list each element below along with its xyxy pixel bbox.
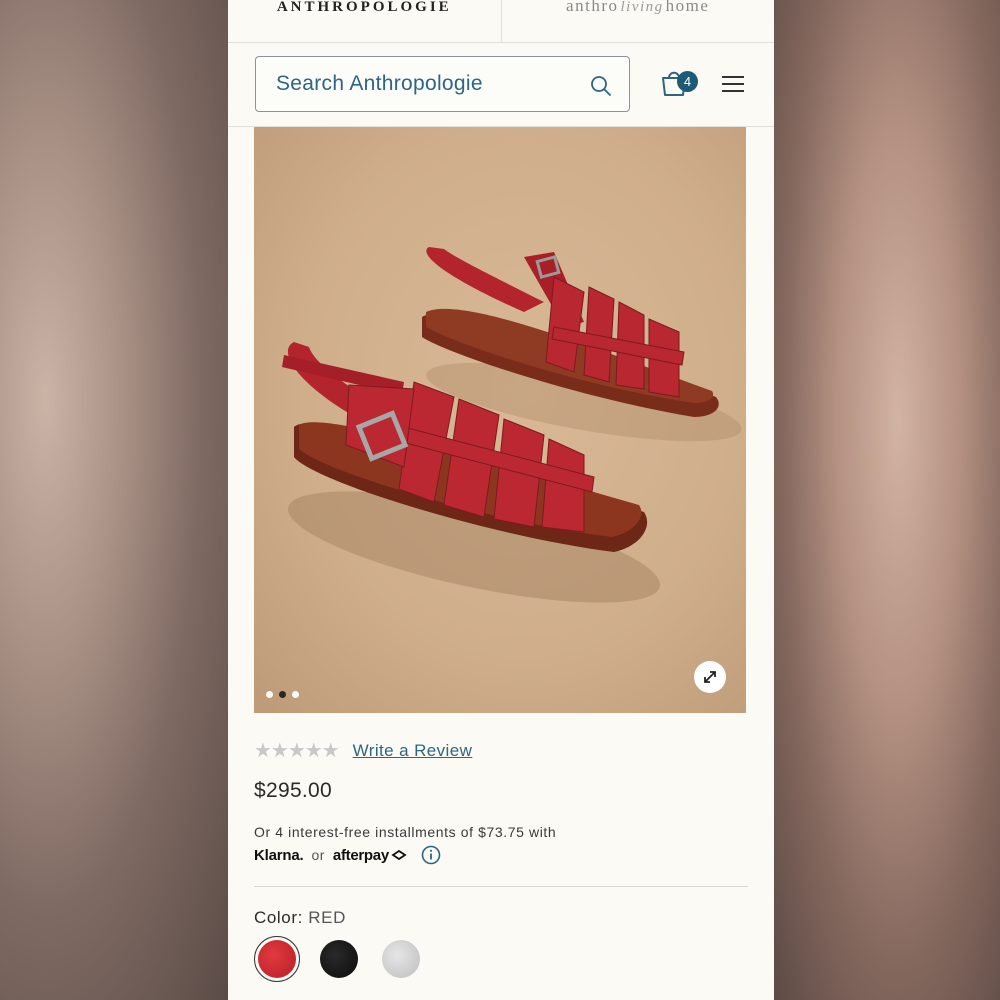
expand-button[interactable]: [694, 661, 726, 693]
home-brand-logo: anthro living home: [566, 0, 709, 16]
swatch-red-fill: [258, 940, 296, 978]
afterpay-mark-icon: [391, 849, 407, 861]
search-input[interactable]: Search Anthropologie: [255, 56, 630, 112]
product-image[interactable]: [254, 127, 746, 713]
home-brand-left: anthro: [566, 0, 619, 15]
mobile-page: ANTHROPOLOGIE anthro living home Search An…: [228, 0, 774, 1000]
swatch-silver[interactable]: [378, 936, 424, 982]
color-swatches: [254, 936, 424, 982]
afterpay-logo[interactable]: afterpay: [333, 847, 389, 864]
installments-text: Or 4 interest-free installments of $73.7…: [254, 824, 557, 840]
search-icon[interactable]: [589, 74, 613, 98]
cart-count-badge: 4: [677, 71, 698, 92]
write-review-link[interactable]: Write a Review: [353, 741, 473, 761]
brand-bar: ANTHROPOLOGIE anthro living home: [228, 0, 774, 43]
swatch-black-fill: [320, 940, 358, 978]
hamburger-menu-icon[interactable]: [721, 75, 745, 93]
klarna-logo[interactable]: Klarna.: [254, 847, 304, 864]
carousel-dot[interactable]: [292, 691, 299, 698]
color-value: RED: [308, 908, 346, 927]
swatch-silver-fill: [382, 940, 420, 978]
color-label-prefix: Color:: [254, 908, 303, 927]
product-price: $295.00: [254, 779, 333, 802]
background-right: [774, 0, 1000, 1000]
brand-home-tab[interactable]: anthro living home: [500, 0, 775, 42]
search-placeholder: Search Anthropologie: [276, 72, 483, 95]
rating-stars: ★★★★★: [254, 740, 340, 762]
brand-logo: ANTHROPOLOGIE: [276, 0, 452, 15]
info-icon[interactable]: [421, 845, 441, 865]
brand-anthropologie-tab[interactable]: ANTHROPOLOGIE: [228, 0, 501, 42]
payment-options: Klarna. or afterpay: [254, 845, 441, 865]
carousel-dot[interactable]: [266, 691, 273, 698]
carousel-dot-active[interactable]: [279, 691, 286, 698]
section-divider: [254, 886, 748, 887]
home-brand-right: home: [665, 0, 710, 15]
color-label: Color: RED: [254, 908, 346, 928]
carousel-dots[interactable]: [266, 691, 299, 698]
background-left: [0, 0, 228, 1000]
or-text: or: [311, 847, 325, 863]
search-row: Search Anthropologie 4: [228, 43, 774, 127]
sandals-photo: [254, 127, 746, 713]
swatch-red[interactable]: [254, 936, 300, 982]
rating-row: ★★★★★ Write a Review: [254, 738, 472, 763]
swatch-black[interactable]: [316, 936, 362, 982]
home-brand-script: living: [620, 0, 664, 15]
expand-icon: [704, 671, 716, 683]
